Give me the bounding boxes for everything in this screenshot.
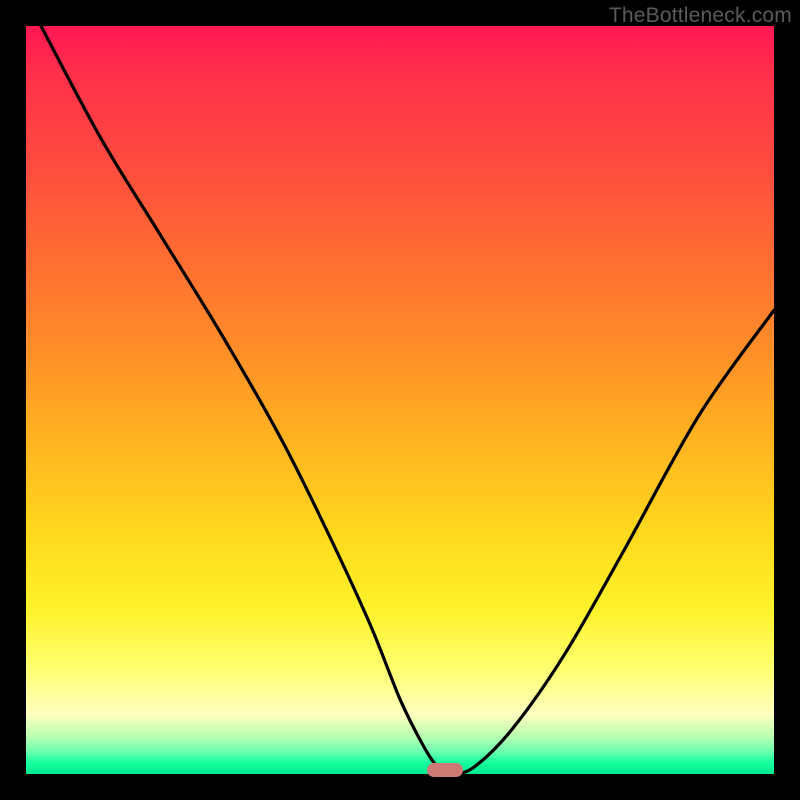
optimal-marker — [427, 763, 463, 777]
watermark-text: TheBottleneck.com — [609, 4, 792, 28]
bottleneck-curve — [26, 26, 774, 774]
chart-frame: TheBottleneck.com — [0, 0, 800, 800]
plot-area — [26, 26, 774, 774]
